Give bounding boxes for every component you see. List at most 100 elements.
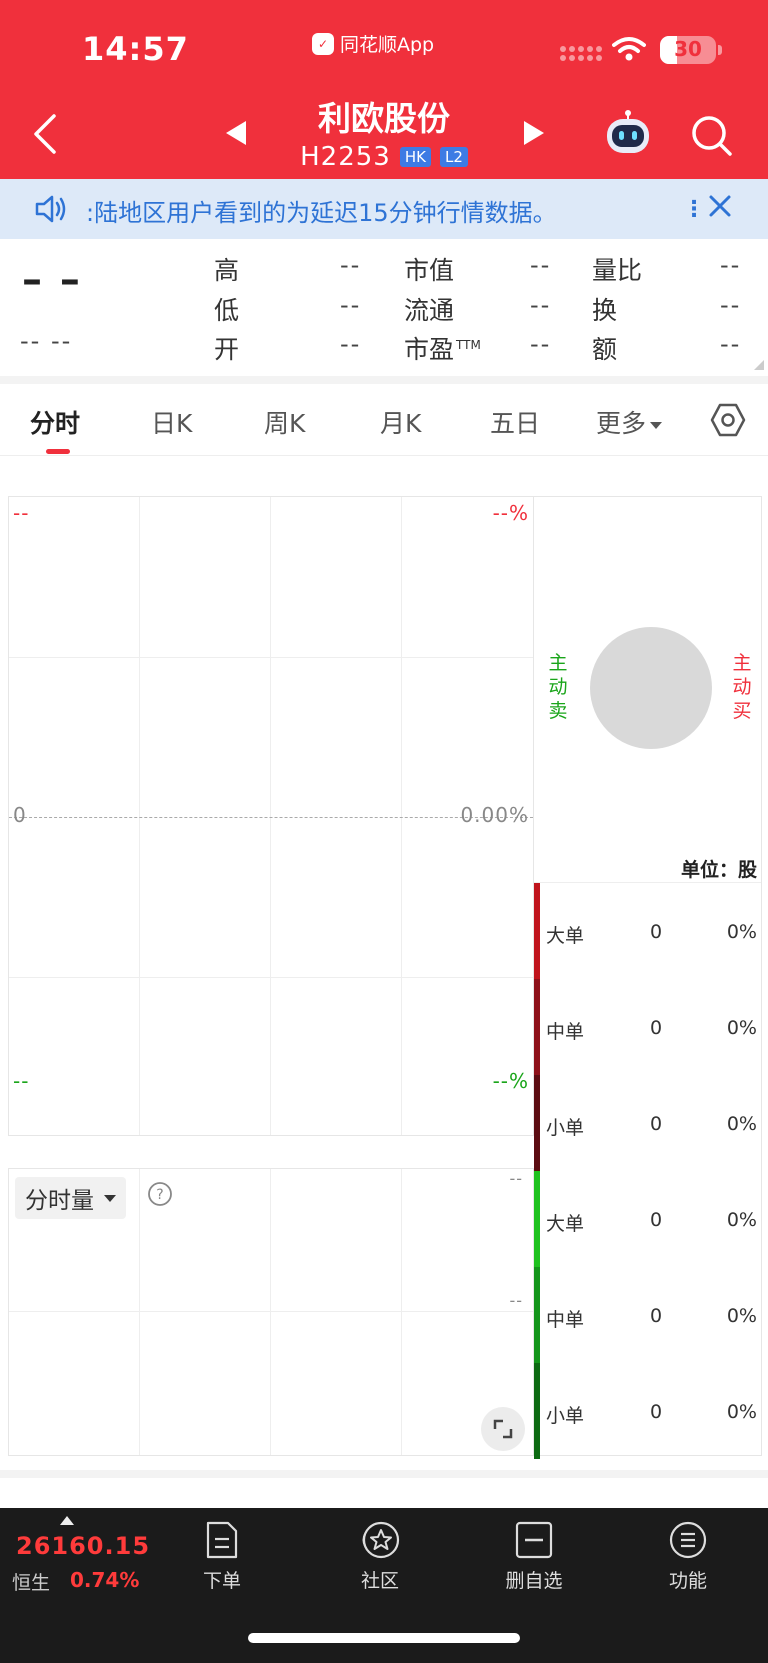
battery-level: 30 xyxy=(674,37,702,61)
community-button[interactable]: 社区 xyxy=(330,1520,430,1593)
tab-intraday[interactable]: 分时 xyxy=(30,404,80,440)
market-cap-value: -- xyxy=(530,251,552,279)
ttm-superscript: TTM xyxy=(456,337,481,352)
volume-ratio-label: 量比 xyxy=(592,256,643,285)
tab-monthly-k[interactable]: 月K xyxy=(380,404,421,440)
notice-more-icon[interactable]: ⋮ xyxy=(683,197,705,222)
chevron-down-icon xyxy=(650,421,663,429)
app-badge-label: 同花顺App xyxy=(340,34,435,56)
expand-corner-icon[interactable] xyxy=(754,360,764,370)
functions-button[interactable]: 功能 xyxy=(638,1520,738,1593)
next-stock-icon[interactable] xyxy=(522,120,546,146)
place-order-button[interactable]: 下单 xyxy=(172,1520,272,1593)
order-volume: 0 xyxy=(650,1209,663,1231)
volume-axis-top: -- xyxy=(509,1169,523,1188)
flow-row: 大单 0 0% xyxy=(534,1171,761,1267)
high-value: -- xyxy=(340,251,362,279)
order-percent: 0% xyxy=(726,1113,757,1135)
volume-ratio-value: -- xyxy=(720,251,742,279)
section-divider xyxy=(0,376,768,384)
order-percent: 0% xyxy=(726,1305,757,1327)
unit-label: 单位：股 xyxy=(680,859,757,881)
tab-weekly-k[interactable]: 周K xyxy=(264,404,305,440)
tab-five-day[interactable]: 五日 xyxy=(490,404,540,440)
close-icon[interactable] xyxy=(708,194,732,218)
flow-row: 大单 0 0% xyxy=(534,883,761,979)
active-buy-label: 主动买 xyxy=(732,652,752,722)
remove-watchlist-button[interactable]: 删自选 xyxy=(484,1520,584,1593)
help-icon[interactable]: ? xyxy=(147,1181,173,1207)
delay-notice-banner: :陆地区用户看到的为延迟15分钟行情数据。 ⋮ xyxy=(0,179,768,239)
app-logo-icon: ✓ xyxy=(312,32,334,55)
pct-axis-bottom: --% xyxy=(492,1069,529,1093)
status-time: 14:57 xyxy=(82,30,189,68)
price-change: -- -- xyxy=(20,327,73,355)
capital-flow-panel[interactable]: 主动卖 主动买 单位：股 大单 0 0% 中单 0 0% 小单 0 0% 大单 … xyxy=(534,496,762,1459)
order-volume: 0 xyxy=(650,1305,663,1327)
order-size-label: 中单 xyxy=(546,1021,585,1043)
menu-circle-icon xyxy=(669,1521,707,1559)
hexagon-settings-icon[interactable] xyxy=(710,402,746,438)
expand-icon xyxy=(493,1419,513,1439)
notice-text: :陆地区用户看到的为延迟15分钟行情数据。 xyxy=(86,199,557,227)
index-change-pct: 0.74% xyxy=(70,1568,140,1592)
price-axis-top: -- xyxy=(13,501,30,525)
flow-row: 小单 0 0% xyxy=(534,1363,761,1459)
volume-indicator-dropdown[interactable]: 分时量 xyxy=(15,1177,126,1219)
tab-more[interactable]: 更多 xyxy=(596,404,663,440)
high-label: 高 xyxy=(214,256,240,285)
index-value: 26160.15 xyxy=(16,1532,151,1560)
intraday-chart[interactable]: -- --% 0 0.00% -- --% xyxy=(8,496,534,1136)
order-volume: 0 xyxy=(650,921,663,943)
price-axis-bottom: -- xyxy=(13,1069,30,1093)
order-percent: 0% xyxy=(726,1017,757,1039)
capital-flow-pie xyxy=(590,627,712,749)
battery-icon: 30 xyxy=(660,36,716,64)
order-percent: 0% xyxy=(726,1209,757,1231)
turnover-label: 换 xyxy=(592,296,618,325)
order-size-label: 大单 xyxy=(546,925,585,947)
level2-tag: L2 xyxy=(439,147,468,167)
cellular-signal-icon xyxy=(560,46,602,61)
home-indicator[interactable] xyxy=(248,1633,520,1643)
order-size-label: 大单 xyxy=(546,1213,585,1235)
active-sell-label: 主动卖 xyxy=(548,652,568,722)
active-tab-indicator xyxy=(46,449,70,454)
return-to-app-badge[interactable]: ✓ 同花顺App xyxy=(312,30,434,57)
order-size-label: 中单 xyxy=(546,1309,585,1331)
price-axis-mid: 0 xyxy=(13,803,27,827)
expand-up-icon xyxy=(60,1516,74,1525)
ai-robot-icon[interactable] xyxy=(603,110,653,156)
search-icon[interactable] xyxy=(690,114,734,158)
turnover-value: -- xyxy=(720,291,742,319)
current-price: – – xyxy=(22,257,82,303)
star-circle-icon xyxy=(362,1521,400,1559)
flow-row: 中单 0 0% xyxy=(534,1267,761,1363)
svg-text:?: ? xyxy=(156,1187,163,1203)
header: 14:57 ✓ 同花顺App 30 利欧股份 H2253 HK L2 xyxy=(0,0,768,179)
minus-square-icon xyxy=(515,1521,553,1559)
volume-chart[interactable]: 分时量 ? -- -- xyxy=(8,1168,534,1456)
flow-row: 小单 0 0% xyxy=(534,1075,761,1171)
low-value: -- xyxy=(340,291,362,319)
order-size-label: 小单 xyxy=(546,1117,585,1139)
order-volume: 0 xyxy=(650,1113,663,1135)
pe-label: 市盈 TTM xyxy=(404,335,481,364)
open-value: -- xyxy=(340,330,362,358)
order-size-label: 小单 xyxy=(546,1405,585,1427)
chart-tabs: 分时 日K 周K 月K 五日 更多 xyxy=(0,384,768,456)
quote-panel[interactable]: – – -- -- 高 -- 低 -- 开 -- 市值 -- 流通 -- 市盈 T… xyxy=(0,239,768,376)
section-divider xyxy=(0,1470,768,1478)
open-label: 开 xyxy=(214,335,240,364)
amount-label: 额 xyxy=(592,335,618,364)
amount-value: -- xyxy=(720,330,742,358)
low-label: 低 xyxy=(214,296,240,325)
order-volume: 0 xyxy=(650,1401,663,1423)
pe-value: -- xyxy=(530,330,552,358)
tab-daily-k[interactable]: 日K xyxy=(151,404,192,440)
fullscreen-button[interactable] xyxy=(481,1407,525,1451)
stock-code: H2253 xyxy=(300,142,391,172)
pct-axis-top: --% xyxy=(492,501,529,525)
baseline-dashed-line xyxy=(9,817,533,818)
order-percent: 0% xyxy=(726,921,757,943)
